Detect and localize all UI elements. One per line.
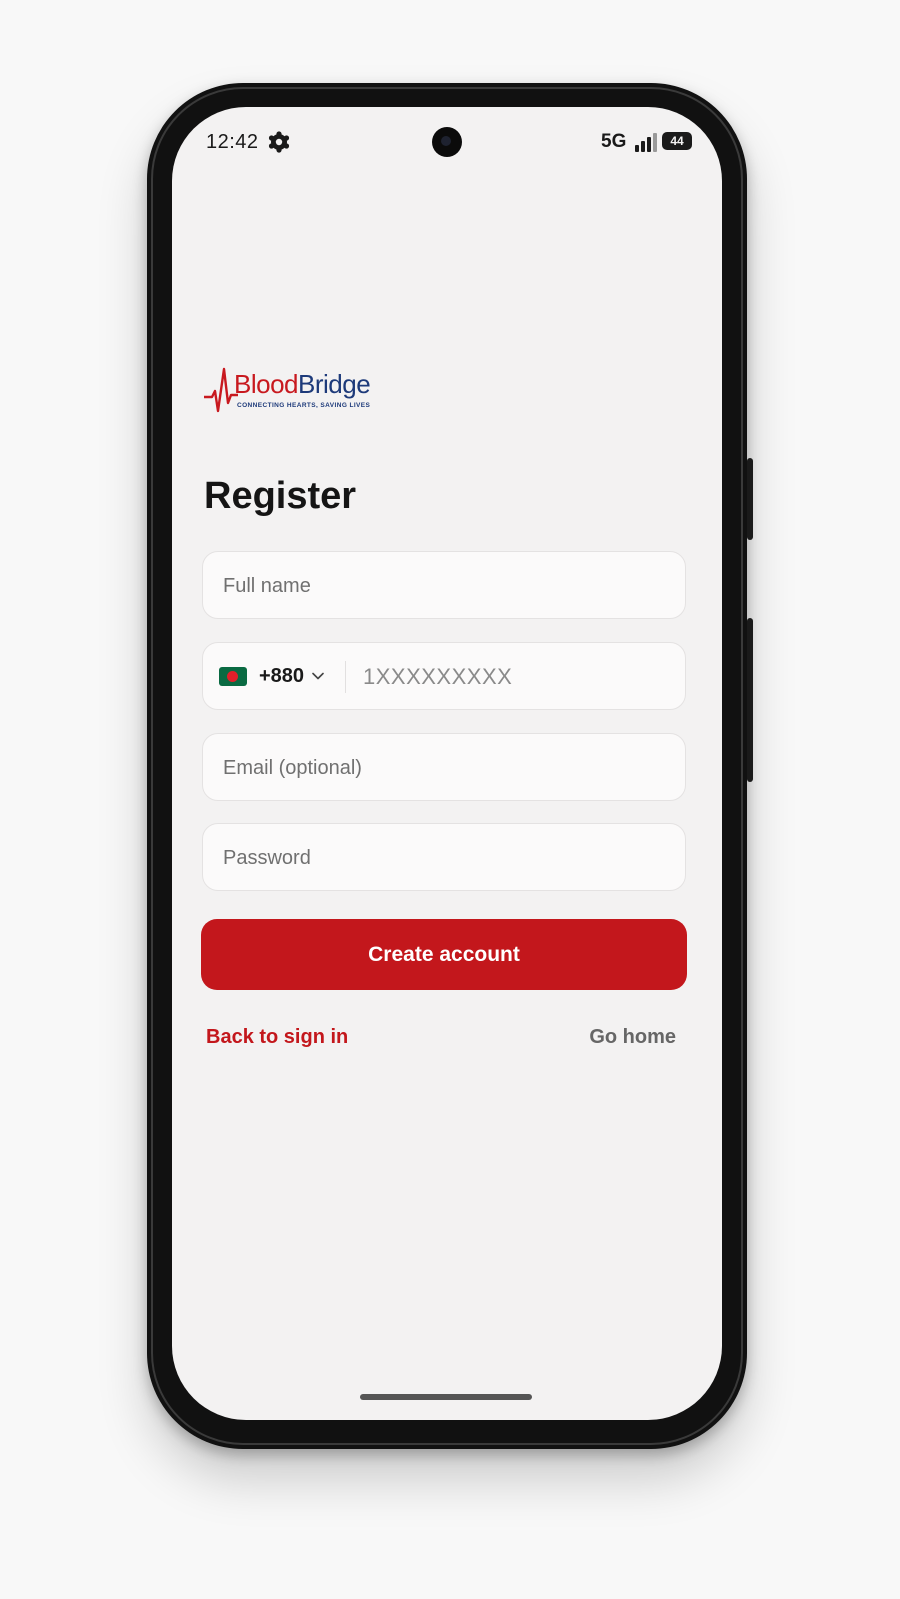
volume-button — [747, 458, 753, 540]
bangladesh-flag-icon — [219, 666, 247, 686]
page-title: Register — [204, 475, 357, 517]
phone-field-divider — [345, 661, 346, 693]
go-home-link[interactable]: Go home — [589, 1026, 676, 1049]
full-name-input[interactable] — [221, 552, 665, 620]
phone-number-input[interactable] — [361, 643, 665, 711]
create-account-button[interactable]: Create account — [201, 919, 687, 990]
password-field — [202, 823, 686, 892]
screenshot-stage: 12:42 5G 44 BloodBridge CONNECTING HEART… — [0, 0, 900, 1599]
battery-icon: 44 — [662, 132, 692, 150]
chevron-down-icon — [312, 672, 324, 680]
dial-code: +880 — [259, 664, 305, 687]
back-to-sign-in-link[interactable]: Back to sign in — [206, 1026, 348, 1049]
network-type: 5G — [601, 131, 627, 152]
home-indicator[interactable] — [360, 1394, 532, 1400]
logo-word-blood: Blood — [234, 369, 299, 399]
settings-gear-icon — [268, 131, 290, 153]
password-input[interactable] — [221, 824, 665, 892]
full-name-field — [202, 551, 686, 620]
power-button — [747, 618, 753, 782]
country-code-selector[interactable]: +880 — [219, 643, 339, 709]
phone-screen: 12:42 5G 44 BloodBridge CONNECTING HEART… — [172, 107, 722, 1420]
heartbeat-pulse-icon — [204, 367, 238, 413]
email-field — [202, 733, 686, 802]
email-input[interactable] — [221, 734, 665, 802]
logo-tagline: CONNECTING HEARTS, SAVING LIVES — [237, 402, 371, 409]
logo-wordmark: BloodBridge — [234, 369, 371, 400]
logo-word-bridge: Bridge — [298, 369, 371, 399]
bloodbridge-logo: BloodBridge CONNECTING HEARTS, SAVING LI… — [204, 365, 414, 419]
signal-icon — [635, 133, 657, 152]
phone-field: +880 — [202, 642, 686, 711]
front-camera — [432, 127, 462, 157]
status-time: 12:42 — [206, 131, 259, 153]
